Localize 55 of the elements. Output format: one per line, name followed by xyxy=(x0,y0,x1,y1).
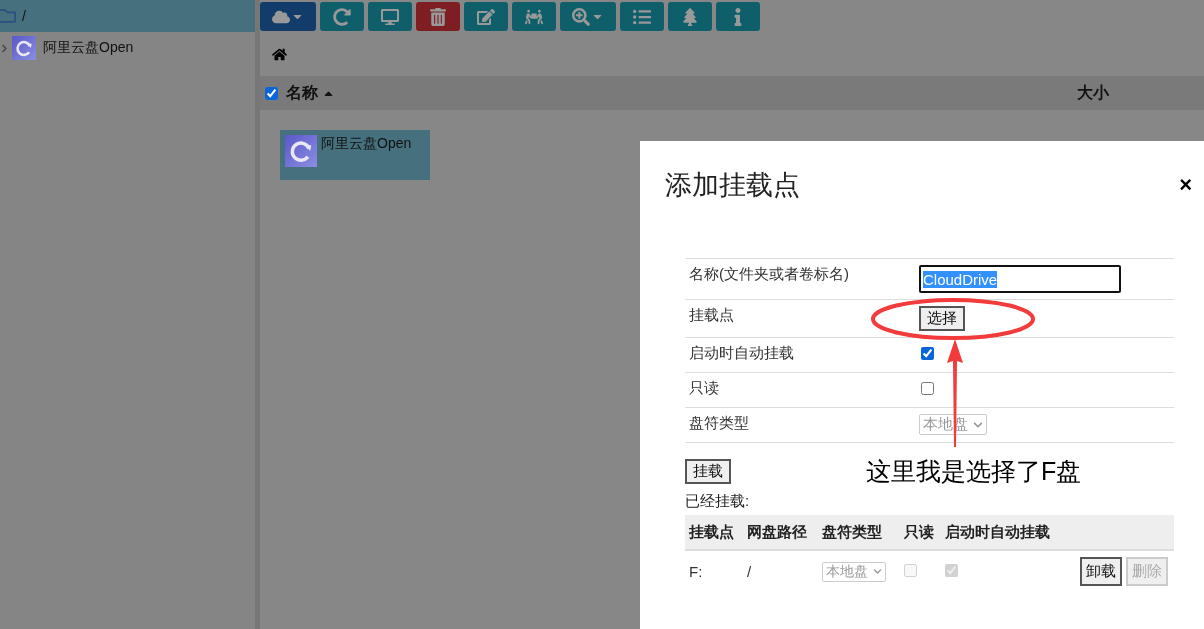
toolbar-button[interactable] xyxy=(368,2,412,31)
dialog-title: 添加挂载点 xyxy=(665,169,800,202)
toolbar-button[interactable] xyxy=(464,2,508,31)
home-icon[interactable] xyxy=(272,46,287,62)
toolbar-button[interactable] xyxy=(716,2,760,31)
table-cell-text: / xyxy=(747,563,753,580)
column-header: 网盘路径 xyxy=(747,522,808,542)
toolbar-button[interactable] xyxy=(260,2,316,31)
chevron-icon xyxy=(873,567,882,576)
field-label: 挂载点 xyxy=(689,306,735,325)
tree-item[interactable]: 阿里云盘Open xyxy=(0,32,255,64)
column-header: 只读 xyxy=(904,522,935,542)
file-tile[interactable]: 阿里云盘Open xyxy=(280,130,430,180)
zoom-in-icon xyxy=(572,7,590,26)
toolbar-button[interactable] xyxy=(620,2,664,31)
column-header: 盘符类型 xyxy=(822,522,883,542)
field-label: 名称(文件夹或者卷标名) xyxy=(689,265,850,284)
row-action-button[interactable]: 卸载 xyxy=(1080,557,1122,586)
toolbar-button[interactable] xyxy=(416,2,460,31)
column-header: 启动时自动挂载 xyxy=(945,522,1051,542)
tree-icon xyxy=(681,7,699,26)
root-folder-item[interactable]: / xyxy=(0,0,255,32)
app-logo-icon xyxy=(285,135,317,167)
field-label: 盘符类型 xyxy=(689,414,750,433)
chevron-icon xyxy=(973,419,983,430)
toolbar-button[interactable] xyxy=(512,2,556,31)
edit-icon xyxy=(477,7,495,26)
column-header[interactable]: 名称 xyxy=(286,82,335,104)
column-header[interactable]: 大小 xyxy=(1077,82,1109,104)
mounted-label: 已经挂载: xyxy=(685,492,750,511)
monitor-icon xyxy=(381,7,399,26)
app-logo-icon xyxy=(12,36,36,60)
checkbox[interactable] xyxy=(921,382,934,395)
select-all-checkbox[interactable] xyxy=(265,86,278,100)
close-button[interactable]: × xyxy=(1179,172,1192,198)
field-label: 只读 xyxy=(689,379,720,398)
field-label: 启动时自动挂载 xyxy=(689,344,795,363)
mount-button[interactable]: 挂载 xyxy=(685,459,731,484)
list-icon xyxy=(633,7,651,26)
name-input-field[interactable]: CloudDrive xyxy=(919,265,1121,293)
trash-icon xyxy=(429,7,447,26)
file-name: 阿里云盘Open xyxy=(321,135,412,153)
select-button[interactable]: 选择 xyxy=(919,306,965,331)
tree-item-label: 阿里云盘Open xyxy=(43,39,134,57)
folder-icon xyxy=(0,7,16,25)
annotation-text: 这里我是选择了F盘 xyxy=(866,456,1082,487)
toolbar-button[interactable] xyxy=(560,2,616,31)
refresh-icon xyxy=(333,7,351,26)
column-header: 挂载点 xyxy=(689,522,735,542)
checkbox[interactable] xyxy=(921,347,934,360)
toolbar-button[interactable] xyxy=(320,2,364,31)
table-cell-text: F: xyxy=(689,563,704,580)
drive-type-select[interactable]: 本地盘 xyxy=(822,561,886,582)
toolbar-button[interactable] xyxy=(668,2,712,31)
people-carrying-icon xyxy=(525,7,543,26)
